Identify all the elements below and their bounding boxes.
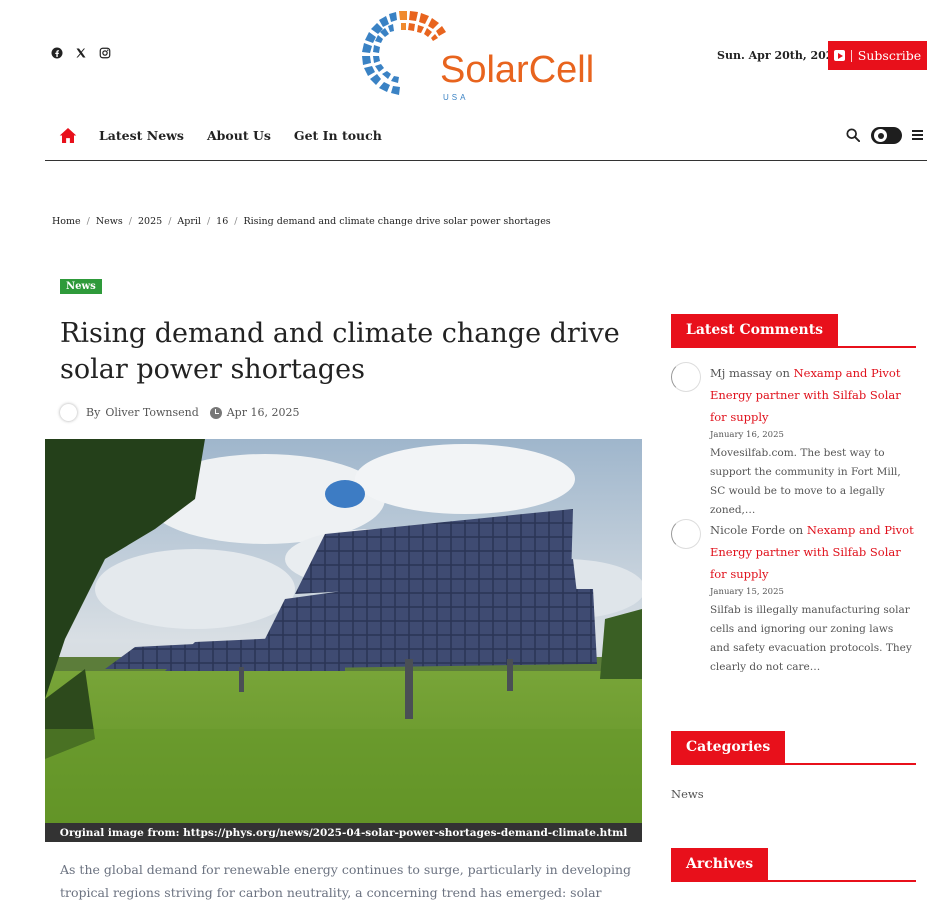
nav-item-about-us[interactable]: About Us bbox=[207, 128, 271, 143]
solar-panels-photo bbox=[45, 439, 642, 842]
comment-date: January 15, 2025 bbox=[710, 587, 784, 597]
play-icon bbox=[833, 50, 845, 61]
commenter-avatar bbox=[671, 519, 701, 549]
header-date: Sun. Apr 20th, 2025 bbox=[717, 49, 842, 62]
nav-item-get-in-touch[interactable]: Get In touch bbox=[294, 128, 382, 143]
featured-image: Orginal image from: https://phys.org/new… bbox=[45, 439, 642, 842]
breadcrumb-day[interactable]: 16 bbox=[216, 216, 228, 227]
breadcrumb-year[interactable]: 2025 bbox=[138, 216, 162, 227]
comment-excerpt: Silfab is illegally manufacturing solar … bbox=[710, 604, 912, 673]
nav-links: Latest News About Us Get In touch bbox=[99, 128, 382, 143]
comment-date: January 16, 2025 bbox=[710, 430, 784, 440]
menu-icon[interactable] bbox=[912, 130, 923, 140]
site-header: SolarCell USA Sun. Apr 20th, 2025 Subscr… bbox=[0, 0, 938, 110]
nav-item-latest-news[interactable]: Latest News bbox=[99, 128, 184, 143]
separator bbox=[850, 49, 852, 62]
logo-wordmark[interactable]: SolarCell bbox=[440, 50, 594, 90]
dark-mode-toggle[interactable] bbox=[871, 127, 902, 144]
home-icon[interactable] bbox=[59, 127, 77, 144]
comment-on-word: on bbox=[775, 366, 790, 380]
article-meta: By Oliver Townsend Apr 16, 2025 bbox=[60, 404, 299, 421]
image-caption: Orginal image from: https://phys.org/new… bbox=[45, 823, 642, 842]
social-links bbox=[50, 46, 111, 60]
breadcrumb-month[interactable]: April bbox=[177, 216, 201, 227]
comment-body: Nicole Forde on Nexamp and Pivot Energy … bbox=[710, 519, 916, 677]
breadcrumb-home[interactable]: Home bbox=[52, 216, 81, 227]
subscribe-button[interactable]: Subscribe bbox=[828, 41, 927, 70]
x-twitter-icon[interactable] bbox=[74, 46, 87, 60]
article-body: As the global demand for renewable energ… bbox=[60, 862, 632, 900]
article-title: Rising demand and climate change drive s… bbox=[60, 318, 620, 385]
logo-subtitle: USA bbox=[443, 93, 469, 102]
article-date[interactable]: Apr 16, 2025 bbox=[227, 406, 300, 419]
comment-on-word: on bbox=[788, 523, 804, 537]
clock-icon bbox=[209, 406, 222, 419]
subscribe-label: Subscribe bbox=[857, 48, 922, 63]
category-badge[interactable]: News bbox=[60, 279, 102, 294]
logo-mark-icon bbox=[362, 11, 446, 95]
search-icon[interactable] bbox=[846, 128, 860, 142]
main-navigation: Latest News About Us Get In touch bbox=[45, 118, 927, 161]
author-prefix: By bbox=[86, 406, 101, 419]
breadcrumb-current: Rising demand and climate change drive s… bbox=[243, 216, 551, 227]
sun-icon bbox=[874, 129, 887, 142]
archives-heading: Archives bbox=[671, 848, 916, 882]
commenter-avatar bbox=[671, 362, 701, 392]
latest-comments-title: Latest Comments bbox=[671, 314, 839, 346]
comment-author: Nicole Forde bbox=[710, 523, 786, 537]
comment-body: Mj massay on Nexamp and Pivot Energy par… bbox=[710, 362, 916, 520]
instagram-icon[interactable] bbox=[98, 46, 111, 60]
author-link[interactable]: Oliver Townsend bbox=[105, 406, 198, 419]
breadcrumb-news[interactable]: News bbox=[96, 216, 123, 227]
category-link-news[interactable]: News bbox=[671, 787, 704, 801]
facebook-icon[interactable] bbox=[50, 46, 63, 60]
breadcrumb: Home / News/ 2025/ April/ 16/ Rising dema… bbox=[52, 216, 551, 227]
categories-title: Categories bbox=[671, 731, 786, 763]
author-avatar[interactable] bbox=[60, 404, 77, 421]
comment-excerpt: Movesilfab.com. The best way to support … bbox=[710, 447, 901, 516]
comment-author: Mj massay bbox=[710, 366, 772, 380]
archives-title: Archives bbox=[671, 848, 769, 880]
latest-comments-heading: Latest Comments bbox=[671, 314, 916, 348]
categories-heading: Categories bbox=[671, 731, 916, 765]
